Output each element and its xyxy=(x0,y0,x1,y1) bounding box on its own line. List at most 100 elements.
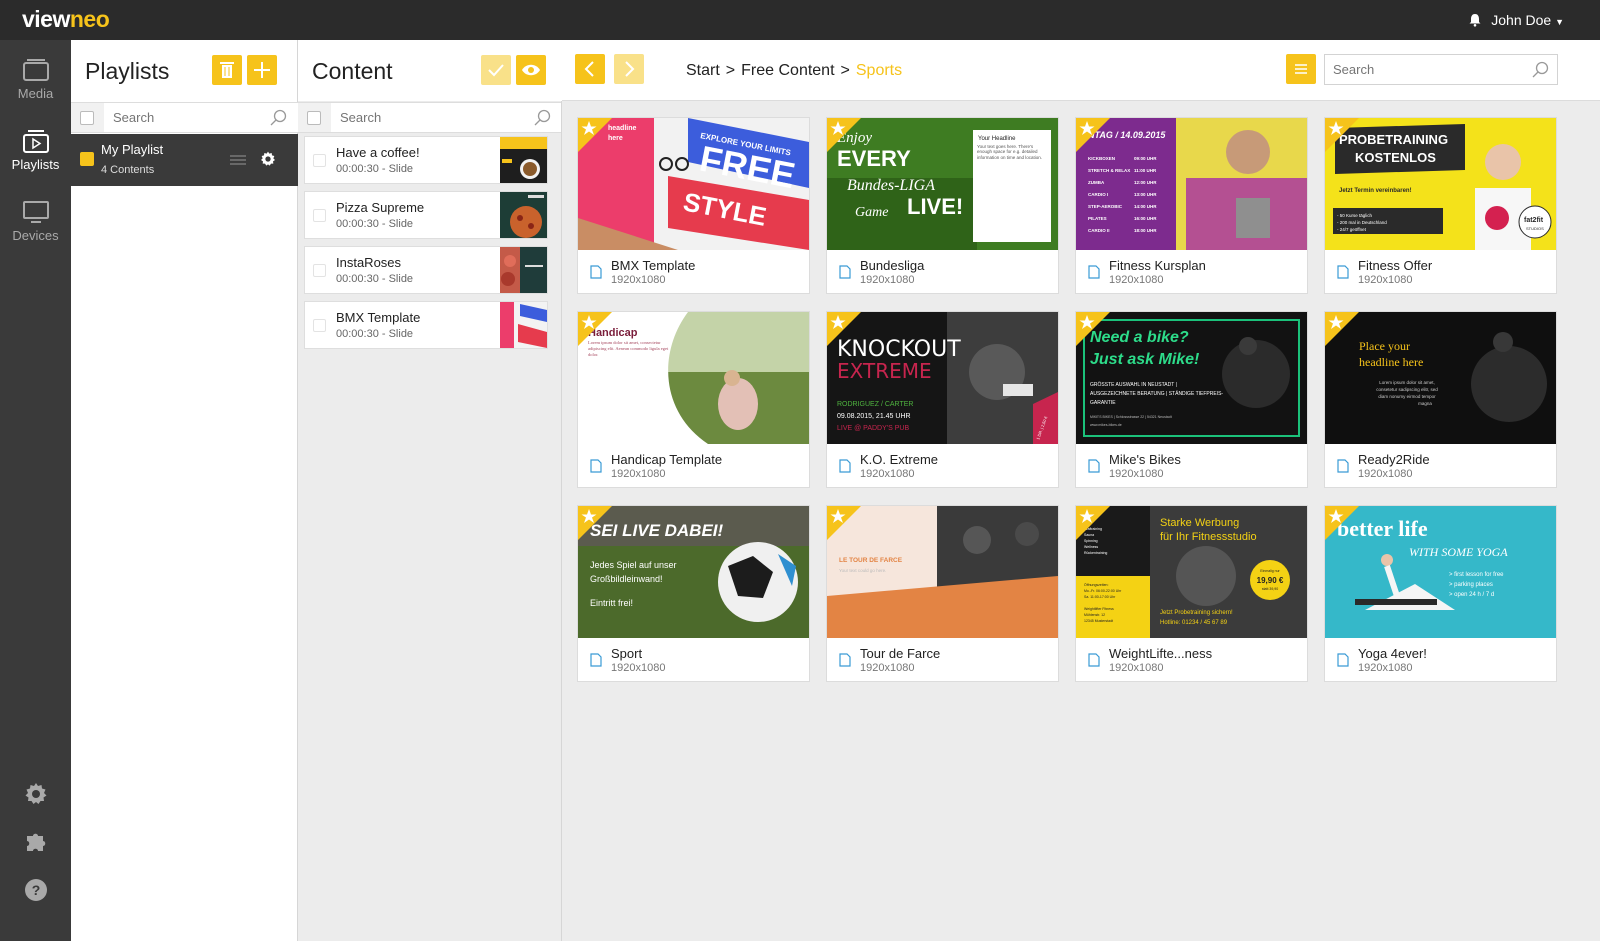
search-icon[interactable] xyxy=(1532,61,1549,78)
template-resolution: 1920x1080 xyxy=(611,468,666,480)
content-item[interactable]: BMX Template 00:00:30 - Slide xyxy=(304,301,548,349)
template-resolution: 1920x1080 xyxy=(1358,468,1413,480)
template-card-ready2ride[interactable]: Place your headline here Lorem ipsum dol… xyxy=(1324,311,1557,488)
content-item[interactable]: Pizza Supreme 00:00:30 - Slide xyxy=(304,191,548,239)
svg-text:Mühlenstr. 12: Mühlenstr. 12 xyxy=(1084,613,1105,617)
svg-text:14:00 UHR: 14:00 UHR xyxy=(1134,204,1157,209)
svg-text:12:00 UHR: 12:00 UHR xyxy=(1134,180,1157,185)
file-icon xyxy=(590,459,602,473)
user-menu[interactable]: John Doe ▼ xyxy=(1491,12,1564,28)
template-card-ko-extreme[interactable]: KNOCKOUT EXTREME RODRIGUEZ / CARTER 09.0… xyxy=(826,311,1059,488)
template-preview: Handicap Lorem ipsum dolor sit amet, con… xyxy=(578,312,809,444)
app-logo[interactable]: viewneo xyxy=(22,6,110,33)
content-item[interactable]: Have a coffee! 00:00:30 - Slide xyxy=(304,136,548,184)
content-search-input[interactable] xyxy=(331,103,561,132)
template-name: Bundesliga xyxy=(860,258,925,273)
svg-text:Lorem ipsum dolor sit amet,: Lorem ipsum dolor sit amet, xyxy=(1379,380,1435,385)
content-panel: Content Have a coffee! 00:00:30 - Slide … xyxy=(298,40,562,941)
forward-button[interactable] xyxy=(614,54,644,84)
template-card-sport[interactable]: SEI LIVE DABEI! Jedes Spiel auf unser Gr… xyxy=(577,505,810,682)
media-icon xyxy=(22,59,49,81)
content-item-meta: 00:00:30 - Slide xyxy=(336,218,414,230)
gear-icon[interactable] xyxy=(24,782,48,806)
rail-item-playlists[interactable]: Playlists xyxy=(0,111,71,181)
template-card-bundesliga[interactable]: Enjoy EVERY Bundes-LIGA Game LIVE! Your … xyxy=(826,117,1059,294)
content-title: Content xyxy=(312,58,393,84)
content-item-checkbox[interactable] xyxy=(313,209,326,222)
main-search-input[interactable] xyxy=(1325,55,1525,84)
svg-text:> first lesson for free: > first lesson for free xyxy=(1449,572,1504,578)
favorite-star-icon xyxy=(827,118,861,152)
favorite-star-icon xyxy=(1076,118,1110,152)
template-card-handicap[interactable]: Handicap Lorem ipsum dolor sit amet, con… xyxy=(577,311,810,488)
bell-icon[interactable] xyxy=(1468,13,1482,27)
breadcrumb-start[interactable]: Start xyxy=(686,62,720,79)
content-item-checkbox[interactable] xyxy=(313,264,326,277)
svg-text:consetetur sadipscing elitr, s: consetetur sadipscing elitr, sed xyxy=(1376,387,1438,392)
svg-text:fat2fit: fat2fit xyxy=(1524,217,1544,224)
favorite-star-icon xyxy=(1325,312,1359,346)
chevron-left-icon xyxy=(584,61,594,77)
template-card-mikes-bikes[interactable]: Need a bike? Just ask Mike! GRÖSSTE AUSW… xyxy=(1075,311,1308,488)
template-card-weightlifter[interactable]: Starke Werbung für Ihr Fitnessstudio Kra… xyxy=(1075,505,1308,682)
select-all-playlists-checkbox[interactable] xyxy=(80,111,94,125)
svg-text:MIKE'S BIKES | Schlossstrasse: MIKE'S BIKES | Schlossstrasse 22 | 54321… xyxy=(1090,415,1172,419)
template-name: WeightLifte...ness xyxy=(1109,646,1213,661)
search-icon[interactable] xyxy=(534,109,551,126)
main-search-box xyxy=(1324,54,1558,85)
file-icon xyxy=(839,265,851,279)
select-content-button[interactable] xyxy=(481,55,511,85)
template-name: Mike's Bikes xyxy=(1109,452,1181,467)
template-card-fitness-kursplan[interactable]: NTAG / 14.09.2015 KICKBOXEN STRETCH & RE… xyxy=(1075,117,1308,294)
content-item-meta: 00:00:30 - Slide xyxy=(336,328,414,340)
playlist-checkbox[interactable] xyxy=(80,152,94,166)
select-all-content-checkbox[interactable] xyxy=(307,111,321,125)
svg-text:PILATES: PILATES xyxy=(1088,216,1107,221)
template-preview: KNOCKOUT EXTREME RODRIGUEZ / CARTER 09.0… xyxy=(827,312,1058,444)
playlists-search-input[interactable] xyxy=(104,103,298,132)
list-icon xyxy=(1295,64,1307,74)
preview-button[interactable] xyxy=(516,55,546,85)
content-item[interactable]: InstaRoses 00:00:30 - Slide xyxy=(304,246,548,294)
template-card-yoga[interactable]: better life WITH SOME YOGA > first lesso… xyxy=(1324,505,1557,682)
template-preview: better life WITH SOME YOGA > first lesso… xyxy=(1325,506,1556,638)
template-preview: Enjoy EVERY Bundes-LIGA Game LIVE! Your … xyxy=(827,118,1058,250)
playlist-row[interactable]: My Playlist 4 Contents xyxy=(71,134,298,186)
rail-item-devices[interactable]: Devices xyxy=(0,182,71,252)
template-card-tour-de-farce[interactable]: LE TOUR DE FARCE Your text could go here… xyxy=(826,505,1059,682)
svg-text:RODRIGUEZ / CARTER: RODRIGUEZ / CARTER xyxy=(837,401,914,408)
template-preview: Starke Werbung für Ihr Fitnessstudio Kra… xyxy=(1076,506,1307,638)
rail-label-media: Media xyxy=(17,86,54,101)
list-view-button[interactable] xyxy=(1286,54,1316,84)
template-card-bmx[interactable]: headline here EXPLORE YOUR LIMITS FREE S… xyxy=(577,117,810,294)
file-icon xyxy=(590,265,602,279)
file-icon xyxy=(839,459,851,473)
svg-text:- 200 mal in Deutschland: - 200 mal in Deutschland xyxy=(1337,220,1387,225)
template-preview: headline here EXPLORE YOUR LIMITS FREE S… xyxy=(578,118,809,250)
content-item-checkbox[interactable] xyxy=(313,154,326,167)
content-item-meta: 00:00:30 - Slide xyxy=(336,273,414,285)
svg-text:Jedes Spiel auf unser: Jedes Spiel auf unser xyxy=(590,560,677,570)
drag-handle-icon[interactable] xyxy=(230,155,246,165)
eye-icon xyxy=(522,64,540,76)
playlist-settings-icon[interactable] xyxy=(260,151,276,167)
template-name: Yoga 4ever! xyxy=(1358,646,1427,661)
search-icon[interactable] xyxy=(270,109,287,126)
back-button[interactable] xyxy=(575,54,605,84)
svg-text:Rückentraining: Rückentraining xyxy=(1084,551,1107,555)
breadcrumb-free-content[interactable]: Free Content xyxy=(741,62,834,79)
template-card-fitness-offer[interactable]: PROBETRAINING KOSTENLOS Jetzt Termin ver… xyxy=(1324,117,1557,294)
svg-text:Einmalig nur: Einmalig nur xyxy=(1260,569,1280,573)
delete-playlist-button[interactable] xyxy=(212,55,242,85)
add-playlist-button[interactable] xyxy=(247,55,277,85)
svg-text:KOSTENLOS: KOSTENLOS xyxy=(1355,150,1436,165)
template-preview: PROBETRAINING KOSTENLOS Jetzt Termin ver… xyxy=(1325,118,1556,250)
rail-item-media[interactable]: Media xyxy=(0,40,71,110)
svg-text:LIVE!: LIVE! xyxy=(907,194,963,219)
svg-text:Just ask Mike!: Just ask Mike! xyxy=(1090,351,1200,368)
puzzle-icon[interactable] xyxy=(24,830,48,854)
help-icon[interactable]: ? xyxy=(24,878,48,902)
playlist-count: 4 Contents xyxy=(101,164,155,176)
content-thumbnail xyxy=(500,247,547,293)
content-item-checkbox[interactable] xyxy=(313,319,326,332)
